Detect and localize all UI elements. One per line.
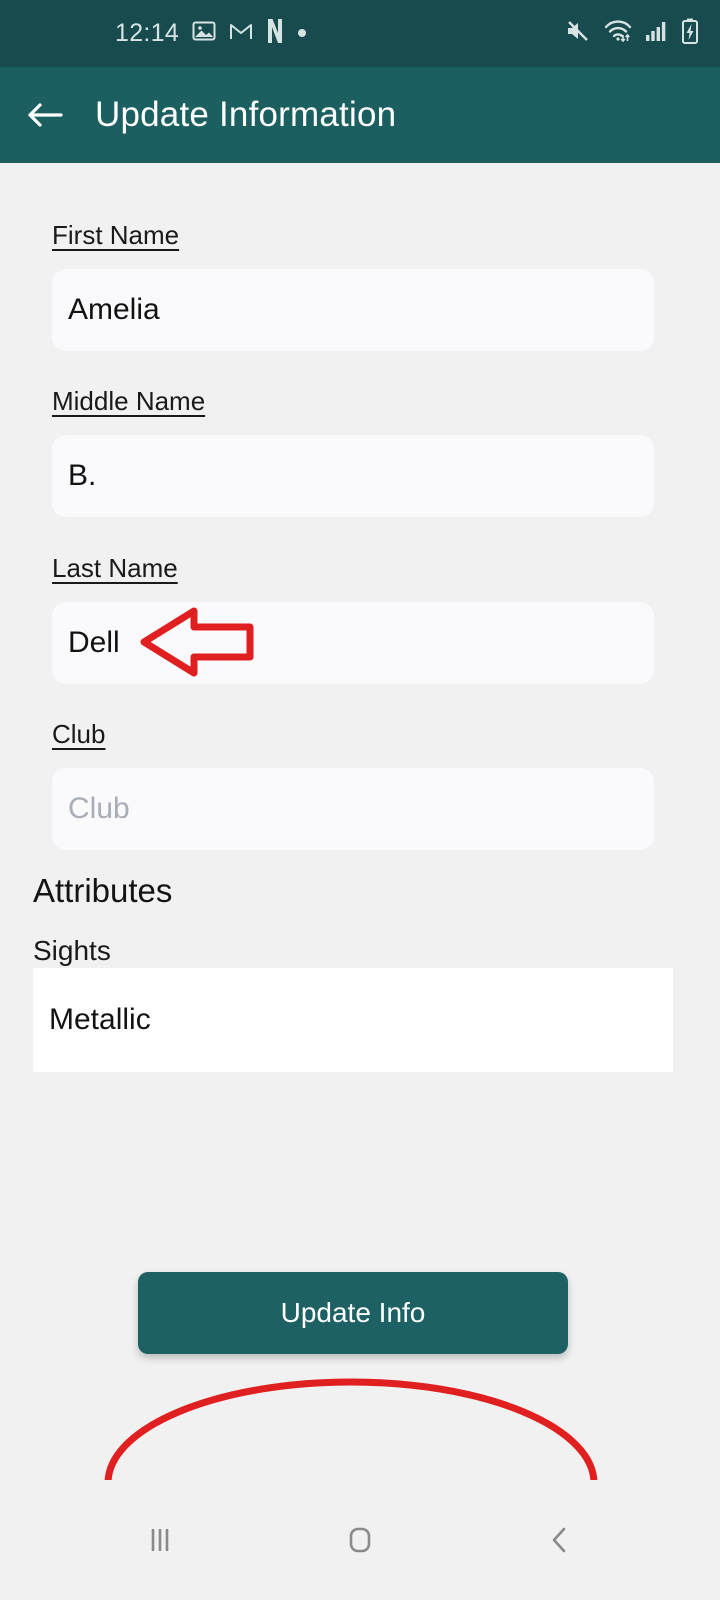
status-bar-clock: 12:14 — [115, 19, 180, 47]
photos-icon — [192, 19, 216, 48]
input-sights[interactable]: Metallic — [33, 968, 673, 1072]
label-middle-name: Middle Name — [52, 386, 206, 416]
attributes-heading: Attributes — [33, 872, 173, 909]
status-bar-left: 12:14 — [0, 18, 307, 49]
status-bar: 12:14 — [0, 0, 720, 67]
signal-icon — [645, 20, 669, 47]
back-arrow-icon[interactable] — [25, 95, 65, 135]
gmail-icon — [229, 21, 253, 46]
recents-icon[interactable] — [115, 1505, 205, 1575]
input-first-name[interactable]: Amelia — [52, 269, 654, 351]
mute-icon — [565, 19, 591, 48]
input-last-name[interactable]: Dell — [52, 602, 654, 684]
phone-screen: 12:14 Update Information First Name Amel… — [0, 0, 720, 1600]
battery-charging-icon — [682, 18, 698, 49]
wifi-icon — [604, 19, 632, 48]
input-middle-name[interactable]: B. — [52, 435, 654, 517]
app-bar: Update Information — [0, 67, 720, 163]
netflix-icon — [266, 18, 284, 49]
dot-icon — [297, 25, 307, 43]
form-content: First Name Amelia Middle Name B. Last Na… — [0, 163, 720, 1588]
update-info-button-label: Update Info — [280, 1297, 426, 1328]
update-info-button[interactable]: Update Info — [138, 1272, 568, 1354]
home-icon[interactable] — [315, 1505, 405, 1575]
input-club[interactable]: Club — [52, 768, 654, 850]
label-last-name: Last Name — [52, 553, 178, 583]
android-nav-bar — [0, 1480, 720, 1600]
label-first-name: First Name — [52, 220, 180, 250]
status-bar-right — [565, 18, 698, 49]
label-club: Club — [52, 719, 106, 749]
page-title: Update Information — [95, 95, 397, 134]
back-icon[interactable] — [515, 1505, 605, 1575]
label-sights: Sights — [33, 935, 111, 966]
